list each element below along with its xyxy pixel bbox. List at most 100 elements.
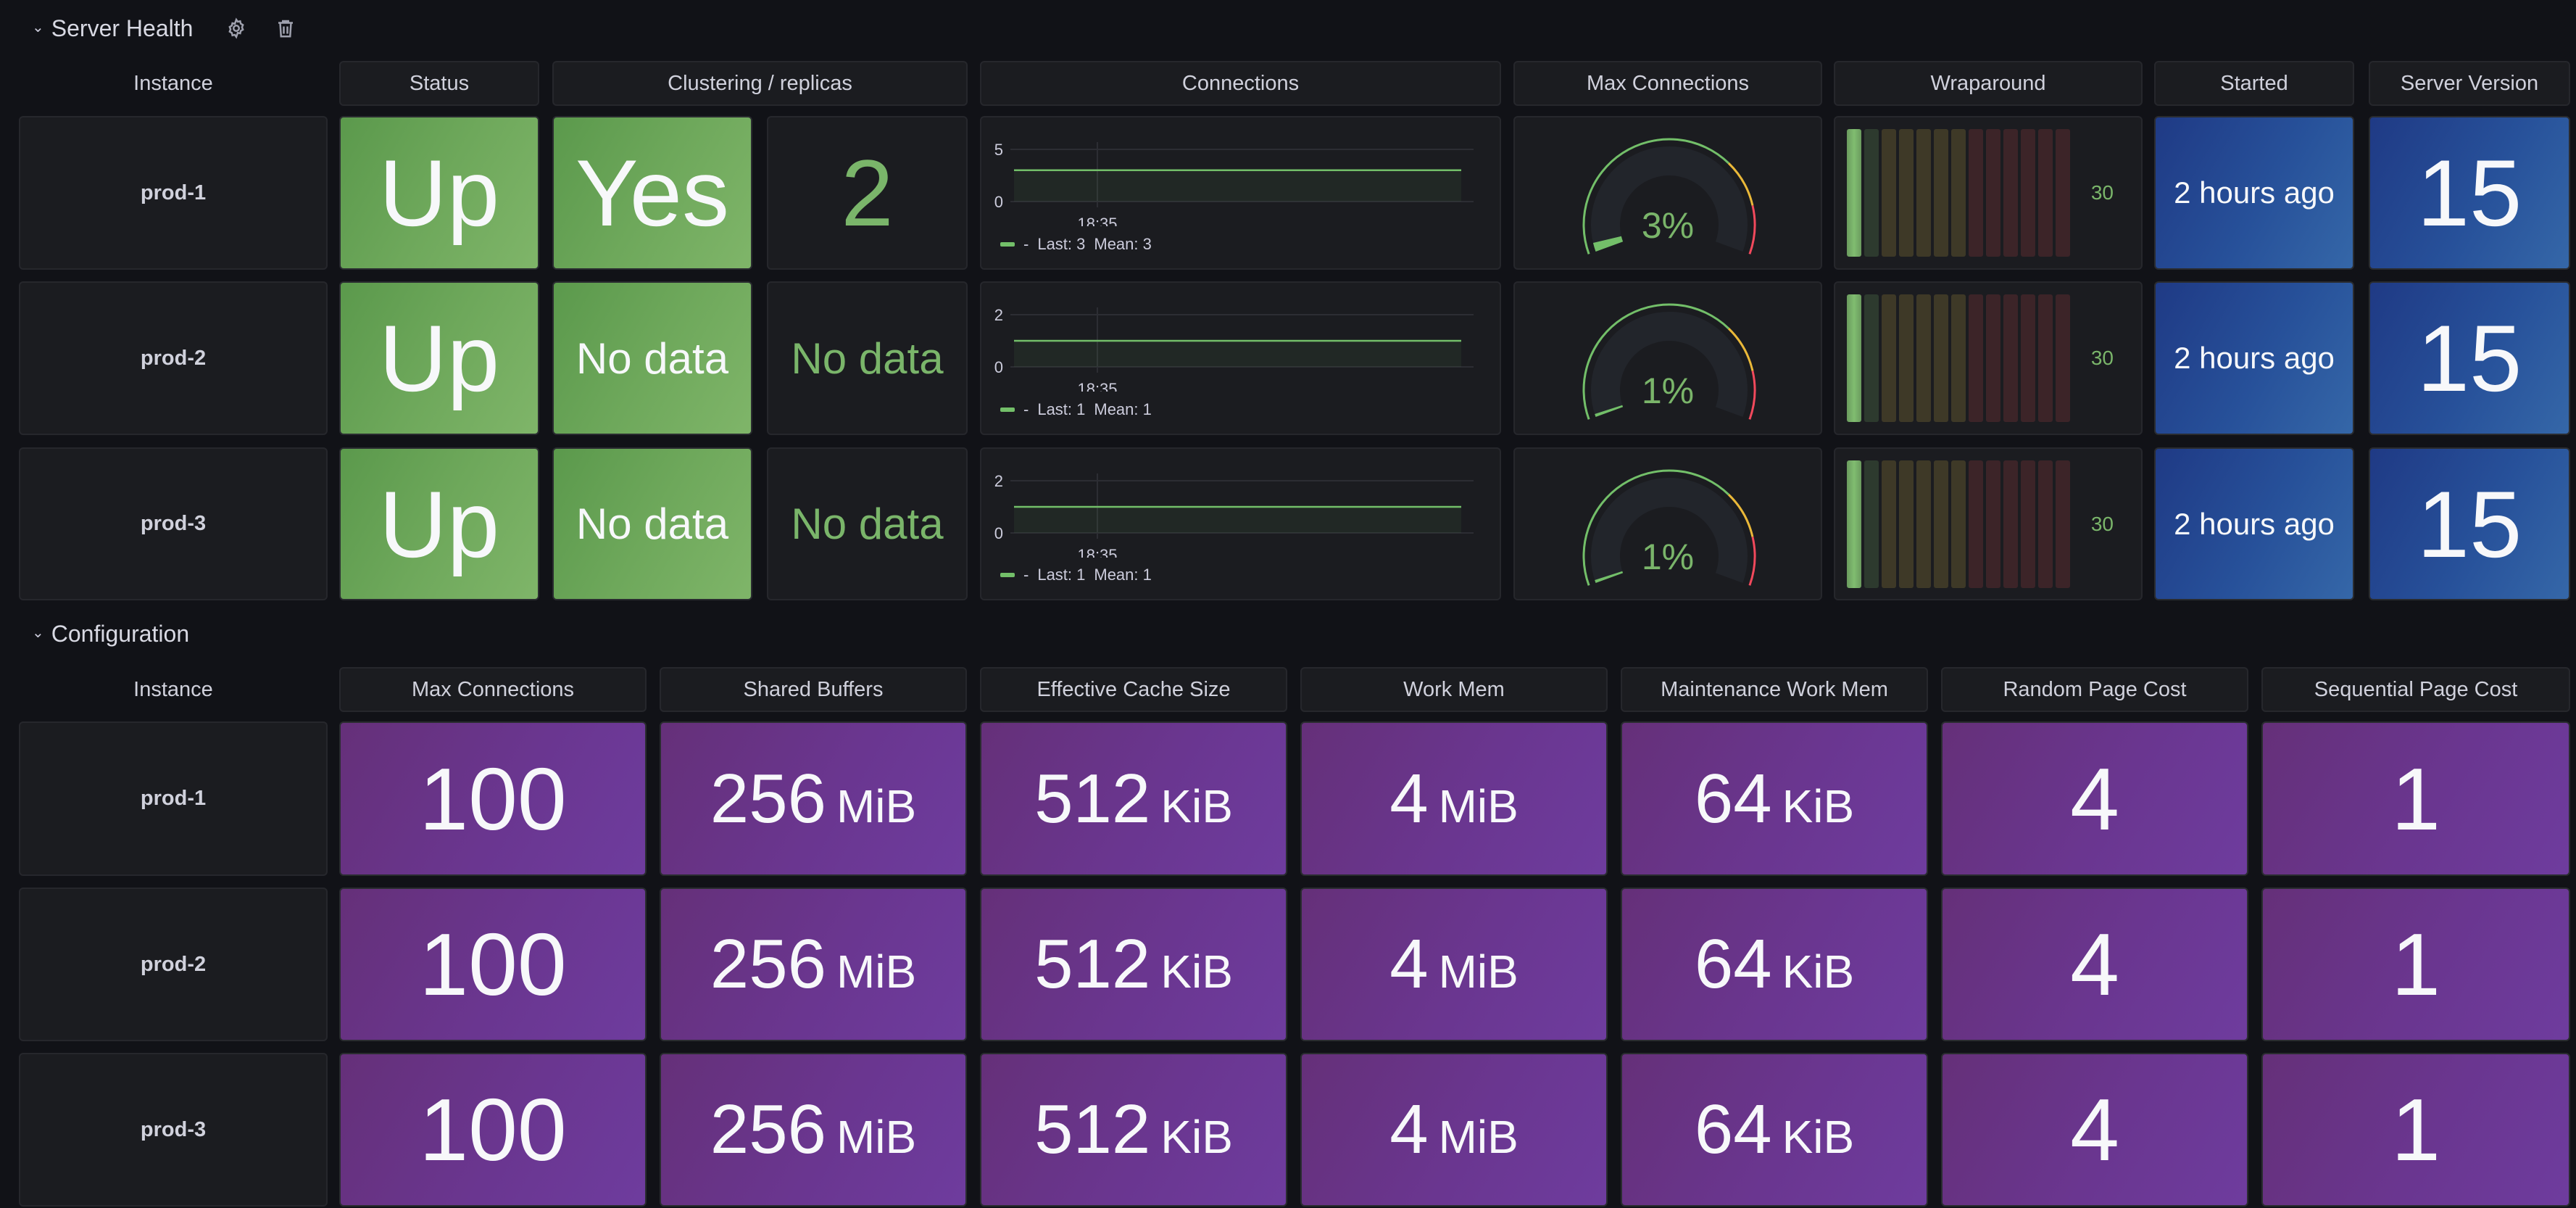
- config-stat[interactable]: 64 KiB: [1621, 721, 1928, 876]
- config-value-unit: MiB: [836, 1111, 917, 1163]
- max-connections-gauge[interactable]: 3%: [1513, 116, 1822, 270]
- status-stat[interactable]: Up: [339, 447, 539, 600]
- config-stat[interactable]: 100: [339, 1053, 647, 1207]
- chart-legend[interactable]: - Last: 1 Mean: 1: [1000, 400, 1152, 419]
- instance-name: prod-3: [140, 1117, 207, 1141]
- config-stat[interactable]: 512 KiB: [980, 1053, 1287, 1207]
- connections-chart[interactable]: 2 0 18:35: [981, 283, 1501, 392]
- config-stat[interactable]: 1: [2261, 888, 2570, 1041]
- clustering-stat[interactable]: No data: [552, 281, 752, 435]
- config-stat[interactable]: 64 KiB: [1621, 888, 1928, 1041]
- config-value-number: 4: [1389, 1091, 1429, 1168]
- config-column-header: Maintenance Work Mem: [1621, 667, 1928, 712]
- config-stat[interactable]: 256 MiB: [660, 721, 967, 876]
- connections-chart[interactable]: 5 0 18:35: [981, 117, 1501, 226]
- config-stat[interactable]: 256 MiB: [660, 888, 967, 1041]
- replicas-stat[interactable]: No data: [767, 281, 968, 435]
- max-connections-gauge[interactable]: 1%: [1513, 447, 1822, 600]
- replicas-value: 2: [841, 140, 894, 246]
- gear-icon[interactable]: [222, 14, 251, 43]
- clustering-stat[interactable]: No data: [552, 447, 752, 600]
- config-stat[interactable]: 4: [1941, 721, 2248, 876]
- started-stat[interactable]: 2 hours ago: [2154, 447, 2354, 600]
- chart-legend[interactable]: - Last: 3 Mean: 3: [1000, 235, 1152, 254]
- chevron-down-icon[interactable]: ⌄: [32, 18, 44, 36]
- config-stat[interactable]: 4: [1941, 888, 2248, 1041]
- column-header-label: Maintenance Work Mem: [1661, 677, 1888, 701]
- bar-gauge-cell: [1986, 294, 2000, 422]
- clustering-value: No data: [576, 334, 729, 383]
- config-stat[interactable]: 100: [339, 888, 647, 1041]
- config-stat[interactable]: 4 MiB: [1300, 1053, 1608, 1207]
- server-health-row-header[interactable]: ⌄ Server Health: [32, 10, 320, 46]
- config-value-number: 4: [1389, 759, 1429, 837]
- trash-icon[interactable]: [271, 14, 300, 43]
- bar-gauge-cell: [2003, 129, 2018, 257]
- max-connections-gauge[interactable]: 1%: [1513, 281, 1822, 435]
- config-stat[interactable]: 4 MiB: [1300, 888, 1608, 1041]
- started-value: 2 hours ago: [2174, 341, 2335, 375]
- config-stat[interactable]: 4 MiB: [1300, 721, 1608, 876]
- config-value: 4: [2070, 920, 2119, 1009]
- config-value: 4 MiB: [1389, 930, 1518, 999]
- wraparound-bargauge[interactable]: 30: [1834, 281, 2143, 435]
- column-header-started: Started: [2154, 61, 2354, 106]
- chevron-down-icon[interactable]: ⌄: [32, 624, 44, 642]
- column-header-label: Max Connections: [411, 677, 575, 701]
- server-version-stat[interactable]: 15: [2369, 281, 2570, 435]
- y-tick-label: 2: [994, 306, 1003, 324]
- server-version-stat[interactable]: 15: [2369, 116, 2570, 270]
- section-title[interactable]: Configuration: [51, 621, 189, 648]
- config-stat[interactable]: 1: [2261, 1053, 2570, 1207]
- bar-gauge-cell: [2038, 294, 2053, 422]
- replicas-stat[interactable]: No data: [767, 447, 968, 600]
- connections-timeseries[interactable]: 2 0 18:35 - Last: 1 Mean: 1: [980, 447, 1501, 600]
- status-stat[interactable]: Up: [339, 281, 539, 435]
- server-version-value: 15: [2417, 305, 2522, 411]
- bar-gauge-cell: [1847, 460, 1861, 588]
- instance-name: prod-2: [140, 952, 207, 976]
- status-stat[interactable]: Up: [339, 116, 539, 270]
- server-version-stat[interactable]: 15: [2369, 447, 2570, 600]
- series-area: [1014, 170, 1461, 202]
- started-stat[interactable]: 2 hours ago: [2154, 281, 2354, 435]
- replicas-stat[interactable]: 2: [767, 116, 968, 270]
- column-header-clustering: Clustering / replicas: [552, 61, 968, 106]
- connections-chart[interactable]: 2 0 18:35: [981, 449, 1501, 558]
- legend-swatch: [1000, 573, 1015, 577]
- config-value-number: 64: [1694, 1091, 1772, 1168]
- bar-gauge-cell: [1969, 294, 1983, 422]
- config-value-number: 4: [2070, 749, 2119, 848]
- wraparound-bargauge[interactable]: 30: [1834, 116, 2143, 270]
- y-tick-label: 0: [994, 358, 1003, 376]
- legend-series-name: -: [1023, 400, 1029, 418]
- x-tick-label: 18:35: [1077, 380, 1117, 392]
- column-header-label: Started: [2220, 71, 2288, 95]
- config-stat[interactable]: 512 KiB: [980, 721, 1287, 876]
- configuration-row-header[interactable]: ⌄ Configuration: [32, 616, 218, 652]
- config-stat[interactable]: 512 KiB: [980, 888, 1287, 1041]
- connections-timeseries[interactable]: 5 0 18:35 - Last: 3 Mean: 3: [980, 116, 1501, 270]
- chart-legend[interactable]: - Last: 1 Mean: 1: [1000, 566, 1152, 584]
- column-header-connections: Connections: [980, 61, 1501, 106]
- gauge-value: 3%: [1641, 205, 1695, 246]
- config-stat[interactable]: 4: [1941, 1053, 2248, 1207]
- legend-series-name: -: [1023, 566, 1029, 584]
- bar-gauge-cell: [1951, 129, 1966, 257]
- config-stat[interactable]: 100: [339, 721, 647, 876]
- instance-name: prod-3: [140, 512, 207, 535]
- bar-gauge-cell: [1899, 460, 1914, 588]
- connections-timeseries[interactable]: 2 0 18:35 - Last: 1 Mean: 1: [980, 281, 1501, 435]
- config-stat[interactable]: 256 MiB: [660, 1053, 967, 1207]
- config-stat[interactable]: 1: [2261, 721, 2570, 876]
- section-title[interactable]: Server Health: [51, 15, 194, 42]
- started-stat[interactable]: 2 hours ago: [2154, 116, 2354, 270]
- config-stat[interactable]: 64 KiB: [1621, 1053, 1928, 1207]
- wraparound-bargauge[interactable]: 30: [1834, 447, 2143, 600]
- config-value-number: 64: [1694, 759, 1772, 837]
- config-value-number: 1: [2391, 915, 2440, 1014]
- legend-series-name: -: [1023, 235, 1029, 253]
- config-column-header: Random Page Cost: [1941, 667, 2248, 712]
- clustering-stat[interactable]: Yes: [552, 116, 752, 270]
- series-area: [1014, 341, 1461, 367]
